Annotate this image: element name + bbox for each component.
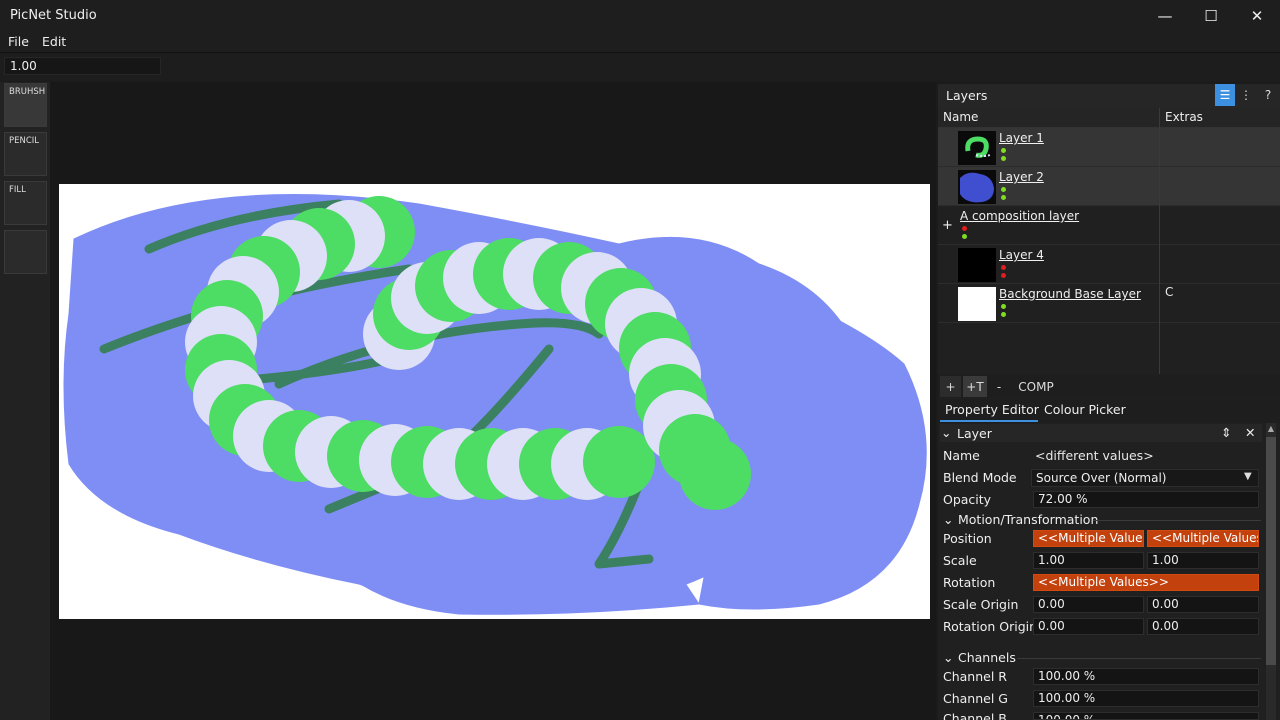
opacity-input[interactable]: 72.00 % [1033, 491, 1259, 508]
tool-strip [0, 82, 50, 720]
close-button[interactable]: ✕ [1234, 0, 1280, 32]
opacity-label: Opacity [943, 492, 992, 507]
scale-y-input[interactable]: 1.00 [1147, 552, 1259, 569]
remove-layer-button[interactable]: - [989, 376, 1009, 397]
collapse-all-icon[interactable]: ✕ [1245, 425, 1255, 440]
column-extras[interactable]: Extras [1165, 110, 1203, 124]
rotation-origin-x-input[interactable]: 0.00 [1033, 618, 1144, 635]
blend-mode-label: Blend Mode [943, 470, 1017, 485]
scale-label: Scale [943, 553, 977, 568]
channel-r-label: Channel R [943, 669, 1007, 684]
column-divider [1159, 108, 1160, 374]
tool-fill-button[interactable]: FILL [4, 181, 47, 225]
maximize-button[interactable]: ☐ [1188, 0, 1234, 32]
detail-view-icon[interactable]: ⋮ [1236, 84, 1256, 106]
tool-empty-button[interactable] [4, 230, 47, 274]
layer-extras: C [1165, 285, 1174, 299]
visibility-dot[interactable] [962, 226, 967, 231]
toolbar [0, 53, 1280, 81]
collapse-expand-icon[interactable]: ⇕ [1221, 425, 1231, 440]
lock-dot[interactable] [1001, 195, 1006, 200]
lock-dot[interactable] [1001, 312, 1006, 317]
layer-name[interactable]: Layer 1 [999, 131, 1044, 145]
tab-colour-picker[interactable]: Colour Picker [1044, 402, 1126, 417]
position-x-input[interactable]: <<Multiple Values>> [1033, 530, 1144, 547]
tool-pencil-button[interactable]: PENCIL [4, 132, 47, 176]
section-divider [1093, 520, 1261, 521]
layers-column-header [938, 108, 1280, 128]
comp-button[interactable]: COMP [1014, 376, 1058, 397]
section-divider [1017, 658, 1261, 659]
expand-icon[interactable]: + [942, 218, 953, 233]
lock-dot[interactable] [1001, 273, 1006, 278]
layer-thumbnail [958, 248, 996, 282]
scale-origin-label: Scale Origin [943, 597, 1019, 612]
menu-bar [0, 32, 1280, 53]
visibility-dot[interactable] [1001, 265, 1006, 270]
rotation-origin-label: Rotation Origin [943, 619, 1038, 634]
channel-g-input[interactable]: 100.00 % [1033, 690, 1259, 707]
layer-name[interactable]: Background Base Layer [999, 287, 1141, 301]
chevron-down-icon[interactable]: ⌄ [943, 650, 953, 665]
lock-dot[interactable] [962, 234, 967, 239]
menu-edit[interactable]: Edit [42, 34, 66, 49]
active-tab-indicator [940, 420, 1038, 422]
position-label: Position [943, 531, 992, 546]
channel-r-input[interactable]: 100.00 % [1033, 668, 1259, 685]
visibility-dot[interactable] [1001, 304, 1006, 309]
channels-section-title[interactable]: Channels [958, 650, 1016, 665]
blend-mode-select[interactable]: Source Over (Normal) [1031, 469, 1259, 487]
help-icon[interactable]: ? [1258, 84, 1278, 106]
minimize-button[interactable]: — [1142, 0, 1188, 32]
visibility-dot[interactable] [1001, 187, 1006, 192]
rotation-input[interactable]: <<Multiple Values>> [1033, 574, 1259, 591]
title-bar [0, 0, 1280, 32]
scrollbar-thumb[interactable] [1266, 437, 1276, 665]
rotation-origin-y-input[interactable]: 0.00 [1147, 618, 1259, 635]
zoom-input[interactable]: 1.00 [4, 57, 161, 75]
position-y-input[interactable]: <<Multiple Values>> [1147, 530, 1259, 547]
add-layer-button[interactable]: + [940, 376, 961, 397]
dropdown-arrow-icon[interactable]: ▼ [1244, 471, 1252, 482]
layer-name[interactable]: A composition layer [960, 209, 1079, 223]
rotation-label: Rotation [943, 575, 996, 590]
scale-x-input[interactable]: 1.00 [1033, 552, 1144, 569]
menu-file[interactable]: File [8, 34, 29, 49]
blend-mode-value: Source Over (Normal) [1036, 471, 1167, 485]
layer-name[interactable]: Layer 4 [999, 248, 1044, 262]
layer-name[interactable]: Layer 2 [999, 170, 1044, 184]
tool-brush-button[interactable]: BRUHSH [4, 83, 47, 127]
name-value[interactable]: <different values> [1035, 448, 1154, 463]
channel-g-label: Channel G [943, 691, 1008, 706]
scale-origin-x-input[interactable]: 0.00 [1033, 596, 1144, 613]
chevron-down-icon[interactable]: ⌄ [943, 512, 953, 527]
scroll-up-icon[interactable]: ▲ [1266, 424, 1276, 436]
layer-thumbnail [958, 287, 996, 321]
chevron-down-icon[interactable]: ⌄ [941, 425, 951, 440]
list-view-icon[interactable]: ☰ [1215, 84, 1235, 106]
scale-origin-y-input[interactable]: 0.00 [1147, 596, 1259, 613]
column-name[interactable]: Name [943, 110, 978, 124]
name-label: Name [943, 448, 980, 463]
app-title: PicNet Studio [10, 8, 97, 23]
layer-thumbnail [958, 170, 996, 204]
channel-b-input[interactable]: 100.00 % [1033, 712, 1259, 720]
lock-dot[interactable] [1001, 156, 1006, 161]
channel-b-label: Channel B [943, 711, 1007, 720]
drawing-canvas[interactable] [59, 184, 930, 619]
motion-section-title[interactable]: Motion/Transformation [958, 512, 1098, 527]
layer-thumbnail [958, 131, 996, 165]
layer-section-title: Layer [957, 426, 992, 441]
layers-panel-title: Layers [946, 88, 988, 103]
visibility-dot[interactable] [1001, 148, 1006, 153]
add-text-layer-button[interactable]: +T [963, 376, 987, 397]
tab-property-editor[interactable]: Property Editor [945, 402, 1039, 417]
